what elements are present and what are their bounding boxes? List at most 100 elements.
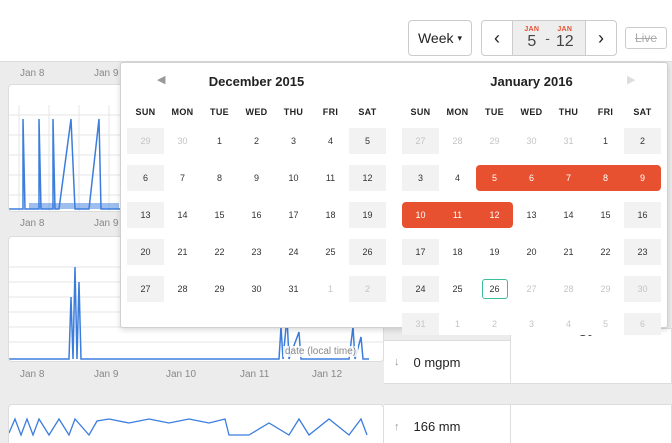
weekday-header: TUE [485,107,504,117]
calendar-day[interactable]: 11 [312,165,349,191]
calendar-day[interactable]: 3 [402,165,439,191]
metric-row-depth: ↑ 166 mm [384,404,510,443]
calendar-day[interactable]: 12 [476,202,513,228]
month-title: January 2016 [490,74,573,89]
calendar-day[interactable]: 9 [624,165,661,191]
calendar-day: 27 [402,128,439,154]
calendar-day[interactable]: 2 [238,128,275,154]
calendar-day[interactable]: 24 [275,239,312,265]
calendar-day[interactable]: 25 [439,276,476,302]
calendar-day[interactable]: 21 [164,239,201,265]
app-root: Week ▾ ‹ JAN 5 - JAN 12 › Live Jan 8 Jan… [0,0,672,443]
calendar-day[interactable]: 23 [624,239,661,265]
calendar-day[interactable]: 19 [349,202,386,228]
metric-value: 0 mgpm [413,354,461,370]
calendar-day[interactable]: 7 [164,165,201,191]
calendar-day[interactable]: 22 [587,239,624,265]
calendar-day[interactable]: 23 [238,239,275,265]
date-range-display[interactable]: JAN 5 - JAN 12 [512,21,586,55]
calendar-day[interactable]: 20 [513,239,550,265]
date-range-picker: ◀ December 2015 SUN MON TUE WED THU FRI SAT 29 3… [120,62,668,335]
chart4-plot [9,417,368,437]
range-end: JAN 12 [556,26,574,50]
axis-tick-label: Jan 10 [166,369,197,380]
calendar-day[interactable]: 4 [439,165,476,191]
calendar-day[interactable]: 30 [238,276,275,302]
range-start-day: 5 [527,33,537,50]
chevron-left-icon: ‹ [494,27,500,48]
calendar-day[interactable]: 2 [624,128,661,154]
calendar-day: 31 [550,128,587,154]
today-indicator [481,279,508,299]
prev-range-button[interactable]: ‹ [482,21,512,55]
caret-down-icon: ▾ [457,32,463,43]
calendar-day[interactable]: 28 [164,276,201,302]
calendar-day[interactable]: 26 [349,239,386,265]
axis-tick-label: Jan 8 [20,369,45,380]
calendar-day[interactable]: 21 [550,239,587,265]
arrow-up-icon: ↑ [394,420,400,433]
calendar-day[interactable]: 24 [402,276,439,302]
chart3-axis: Jan 8 Jan 9 Jan 10 Jan 11 Jan 12 [8,364,384,386]
metric-panel-2 [510,404,672,443]
chart1-noise [29,203,119,209]
weekday-header: WED [245,107,268,117]
range-end-day: 12 [555,33,574,50]
calendar-day[interactable]: 31 [275,276,312,302]
calendar-day[interactable]: 7 [550,165,587,191]
calendar-day[interactable]: 14 [164,202,201,228]
calendar-day[interactable]: 4 [312,128,349,154]
calendar-day[interactable]: 20 [127,239,164,265]
weekday-header: MON [171,107,194,117]
axis-tick-label: Jan 8 [20,68,45,79]
calendar-day[interactable]: 15 [587,202,624,228]
calendar-day: 30 [624,276,661,302]
chart4-panel [8,404,384,443]
calendar-day[interactable]: 17 [275,202,312,228]
live-button[interactable]: Live [625,27,667,49]
calendar-day[interactable]: 1 [587,128,624,154]
calendar-day[interactable]: 12 [349,165,386,191]
calendar-day[interactable]: 14 [550,202,587,228]
weekday-header: SAT [633,107,652,117]
axis-tick-label: Jan 12 [312,369,343,380]
calendar-day[interactable]: 8 [587,165,624,191]
calendar-day[interactable]: 10 [275,165,312,191]
calendar-day: 30 [164,128,201,154]
calendar-day: 6 [624,313,661,335]
calendar-month-left: ◀ December 2015 SUN MON TUE WED THU FRI SAT 29 3… [127,63,386,329]
calendar-day[interactable]: 5 [349,128,386,154]
calendar-day[interactable]: 17 [402,239,439,265]
calendar-day: 31 [402,313,439,335]
calendar-day[interactable]: 11 [439,202,476,228]
calendar-day[interactable]: 19 [476,239,513,265]
calendar-day[interactable]: 13 [127,202,164,228]
calendar-day[interactable]: 25 [312,239,349,265]
calendar-day[interactable]: 13 [513,202,550,228]
calendar-day[interactable]: 18 [439,239,476,265]
calendar-day: 29 [127,128,164,154]
axis-tick-label: Jan 11 [240,369,270,380]
range-end-month: JAN [557,26,573,33]
calendar-day[interactable]: 16 [624,202,661,228]
calendar-day[interactable]: 8 [201,165,238,191]
calendar-day[interactable]: 22 [201,239,238,265]
calendar-day[interactable]: 5 [476,165,513,191]
calendar-day[interactable]: 3 [275,128,312,154]
calendar-day[interactable]: 6 [513,165,550,191]
calendar-day[interactable]: 29 [201,276,238,302]
metric-depth: ↑ 166 mm [384,405,510,443]
calendar-day[interactable]: 1 [201,128,238,154]
arrow-down-icon: ↓ [394,356,400,368]
calendar-day[interactable]: 18 [312,202,349,228]
calendar-day[interactable]: 10 [402,202,439,228]
calendar-day[interactable]: 6 [127,165,164,191]
calendar-day[interactable]: 9 [238,165,275,191]
next-range-button[interactable]: › [586,21,616,55]
calendar-day: 28 [439,128,476,154]
period-select[interactable]: Week ▾ [408,20,472,56]
calendar-day[interactable]: 27 [127,276,164,302]
calendar-day[interactable]: 15 [201,202,238,228]
weekday-header: SUN [135,107,156,117]
calendar-day[interactable]: 16 [238,202,275,228]
